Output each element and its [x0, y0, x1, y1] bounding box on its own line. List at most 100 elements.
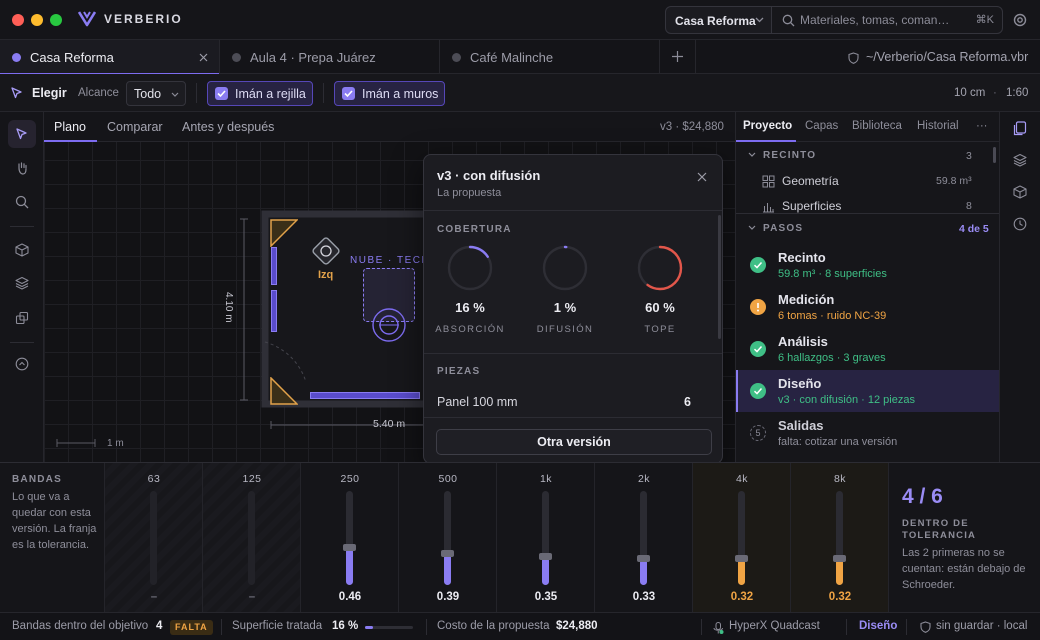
step-recinto[interactable]: Recinto 59.8 m³ · 8 superficies: [736, 244, 1000, 286]
popover-scrollbar[interactable]: [718, 215, 721, 339]
minimize-window-button[interactable]: [31, 14, 43, 26]
band-slider-track[interactable]: [248, 491, 255, 585]
snap-to-grid-toggle[interactable]: Imán a rejilla: [207, 81, 313, 106]
corner-bass-trap-bottom[interactable]: [270, 377, 298, 405]
band-value: 0.32: [828, 591, 852, 603]
current-mode[interactable]: Diseño: [859, 620, 897, 632]
band-frequency: 500: [438, 473, 458, 485]
close-popover-icon[interactable]: [697, 172, 707, 182]
step-salidas[interactable]: 5 Salidas falta: cotizar una versión: [736, 412, 1000, 454]
audio-device-name[interactable]: HyperX Quadcast: [729, 620, 820, 632]
check-circle-icon: [750, 257, 766, 273]
tab-plano[interactable]: Plano: [54, 120, 86, 134]
close-window-button[interactable]: [12, 14, 24, 26]
corner-bass-trap-top[interactable]: [270, 219, 298, 247]
documents-icon[interactable]: [1013, 121, 1027, 136]
band-2k[interactable]: 2k 0.33: [594, 463, 692, 613]
recinto-item-value: 59.8 m³: [936, 175, 972, 187]
chevron-down-icon: [171, 92, 179, 97]
cube-icon[interactable]: [1013, 185, 1027, 199]
app-name: VERBERIO: [104, 12, 183, 26]
band-slider-track[interactable]: [343, 491, 356, 585]
scope-value: Todo: [134, 87, 162, 101]
band-value: –: [150, 591, 158, 603]
rail-divider: [10, 342, 34, 343]
band-1k[interactable]: 1k 0.35: [496, 463, 594, 613]
tab-casa-reforma[interactable]: Casa Reforma: [0, 40, 220, 75]
wall-panel[interactable]: [271, 247, 277, 285]
piece-row[interactable]: Panel 100 mm 6: [424, 389, 722, 415]
search-input[interactable]: [800, 11, 960, 29]
band-slider-thumb[interactable]: [833, 555, 846, 562]
band-slider-track[interactable]: [539, 491, 552, 585]
band-slider-thumb[interactable]: [637, 555, 650, 562]
band-slider-thumb[interactable]: [539, 553, 552, 560]
wall-panel-floor[interactable]: [310, 392, 420, 399]
maximize-window-button[interactable]: [50, 14, 62, 26]
step-detail: 6 tomas · ruido NC-39: [778, 310, 887, 322]
close-tab-icon[interactable]: [199, 53, 208, 62]
band-slider-track[interactable]: [833, 491, 846, 585]
listening-position-icon[interactable]: [369, 305, 409, 345]
chevron-down-icon[interactable]: [748, 225, 756, 231]
speaker-source-icon[interactable]: [311, 236, 341, 266]
wall-panel[interactable]: [271, 290, 277, 332]
scale-ratio[interactable]: 1:60: [1006, 87, 1028, 99]
step-diseno[interactable]: Diseño v3 · con difusión · 12 piezas: [736, 370, 1000, 412]
band-63[interactable]: 63 –: [104, 463, 202, 613]
bands-panel: BANDAS Lo que va a quedar con esta versi…: [0, 462, 1040, 613]
band-slider-thumb[interactable]: [441, 550, 454, 557]
other-version-button[interactable]: Otra versión: [436, 429, 712, 455]
step-analisis[interactable]: Análisis 6 hallazgos · 3 graves: [736, 328, 1000, 370]
band-500[interactable]: 500 0.39: [398, 463, 496, 613]
tab-antes-despues[interactable]: Antes y después: [182, 120, 274, 134]
recinto-item-superficies[interactable]: Superficies 8: [736, 195, 990, 213]
scope-select[interactable]: Todo: [126, 81, 186, 106]
canvas-view-tabs: Plano Comparar Antes y después v3 · $24,…: [44, 112, 735, 142]
band-250[interactable]: 250 0.46: [300, 463, 398, 613]
pan-tool-button[interactable]: [8, 154, 36, 182]
tab-biblioteca[interactable]: Biblioteca: [852, 120, 902, 132]
band-slider-track[interactable]: [441, 491, 454, 585]
band-slider-thumb[interactable]: [343, 544, 356, 551]
zoom-tool-button[interactable]: [8, 188, 36, 216]
band-8k[interactable]: 8k 0.32: [790, 463, 888, 613]
band-level-fill: [836, 559, 843, 585]
band-slider-track[interactable]: [735, 491, 748, 585]
more-options-button[interactable]: ···: [976, 120, 988, 132]
band-slider-track[interactable]: [150, 491, 157, 585]
scroll-up-button[interactable]: [8, 350, 36, 378]
band-slider-thumb[interactable]: [735, 555, 748, 562]
object-tool-button[interactable]: [8, 236, 36, 264]
step-name: Salidas: [778, 418, 824, 433]
active-tool-label[interactable]: Elegir: [32, 86, 67, 100]
tab-comparar[interactable]: Comparar: [107, 120, 163, 134]
tab-proyecto[interactable]: Proyecto: [743, 120, 792, 132]
history-clock-icon[interactable]: [1013, 217, 1027, 231]
settings-gear-icon[interactable]: [1013, 13, 1027, 27]
new-tab-button[interactable]: [660, 40, 696, 74]
tolerance-summary: 4 / 6 DENTRO DE TOLERANCIA Las 2 primera…: [888, 463, 1040, 613]
absorption-value: 16 %: [455, 300, 485, 315]
band-slider-track[interactable]: [637, 491, 650, 585]
search-box[interactable]: ⌘K: [771, 6, 1003, 34]
project-select[interactable]: Casa Reforma: [665, 6, 772, 34]
tab-historial[interactable]: Historial: [917, 120, 959, 132]
recinto-item-geometria[interactable]: Geometría 59.8 m³: [736, 170, 990, 194]
layers-tool-button[interactable]: [8, 269, 36, 297]
tab-aula-4[interactable]: Aula 4 · Prepa Juárez: [220, 40, 440, 74]
snap-to-walls-toggle[interactable]: Imán a muros: [334, 81, 445, 106]
duplicate-tool-button[interactable]: [8, 304, 36, 332]
step-medicion[interactable]: Medición 6 tomas · ruido NC-39: [736, 286, 1000, 328]
file-path: ~/Verberio/Casa Reforma.vbr: [866, 50, 1029, 64]
recinto-scrollbar[interactable]: [993, 147, 996, 163]
chevron-down-icon[interactable]: [748, 152, 756, 158]
band-4k[interactable]: 4k 0.32: [692, 463, 790, 613]
tab-cafe-malinche[interactable]: Café Malinche: [440, 40, 660, 74]
band-level-fill: [542, 557, 549, 585]
select-tool-button[interactable]: [8, 120, 36, 148]
band-125[interactable]: 125 –: [202, 463, 300, 613]
tab-capas[interactable]: Capas: [805, 120, 838, 132]
scale-unit: 10 cm: [954, 87, 986, 99]
layers-icon[interactable]: [1013, 153, 1027, 167]
